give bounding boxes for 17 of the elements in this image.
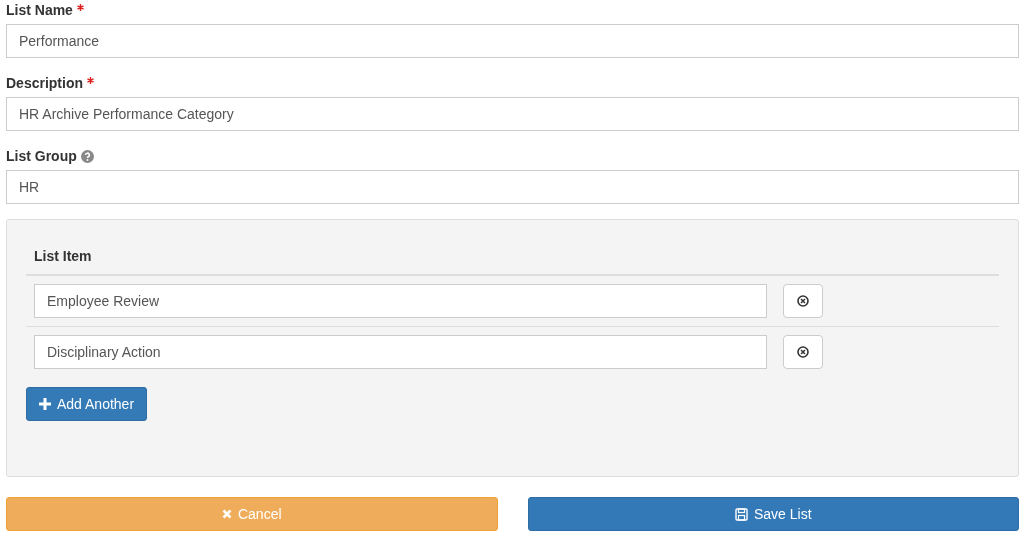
close-icon <box>221 509 232 519</box>
column-header: List Item <box>34 248 92 264</box>
plus-icon <box>39 398 51 410</box>
list-item-field[interactable]: Employee Review <box>34 284 767 318</box>
field-label: List Name <box>6 2 73 18</box>
text-field[interactable]: HR Archive Performance Category <box>6 97 1019 131</box>
field-label: Description <box>6 75 83 91</box>
text-field[interactable]: HR <box>6 170 1019 204</box>
text-field[interactable]: Performance <box>6 24 1019 58</box>
close-circle-icon <box>797 346 809 358</box>
close-circle-icon <box>797 295 809 307</box>
remove-button[interactable] <box>783 284 823 318</box>
save-button[interactable]: Save List <box>527 497 1019 531</box>
remove-button[interactable] <box>783 335 823 369</box>
field-label: List Group <box>6 148 77 164</box>
add-another-button[interactable]: Add Another <box>26 387 148 421</box>
list-item-field[interactable]: Disciplinary Action <box>34 335 767 369</box>
